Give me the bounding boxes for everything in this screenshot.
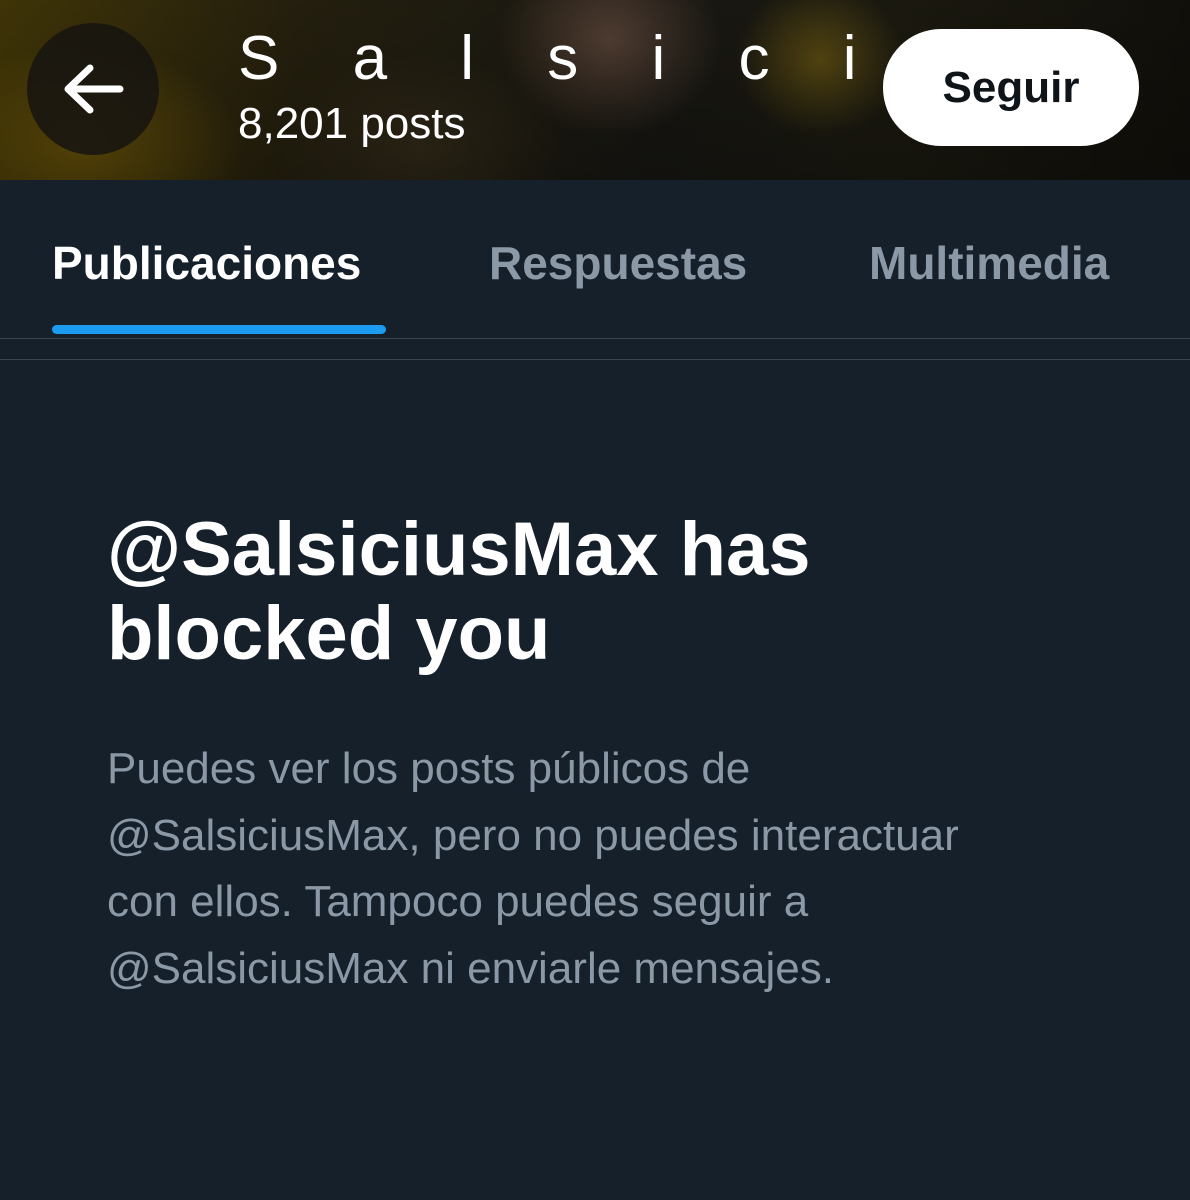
active-tab-indicator bbox=[52, 325, 386, 334]
profile-page: S a l s i c i u… 8,201 posts Seguir Publ… bbox=[0, 0, 1190, 1200]
arrow-left-icon bbox=[64, 64, 124, 114]
tab-respuestas[interactable]: Respuestas bbox=[489, 236, 747, 290]
tab-multimedia[interactable]: Multimedia bbox=[869, 236, 1109, 290]
back-button[interactable] bbox=[27, 23, 159, 155]
blocked-description: Puedes ver los posts públicos de @Salsic… bbox=[107, 744, 959, 993]
blocked-title: @SalsiciusMax has blocked you bbox=[107, 507, 811, 676]
tab-publicaciones[interactable]: Publicaciones bbox=[52, 236, 361, 290]
follow-button[interactable]: Seguir bbox=[883, 29, 1139, 146]
tabs-divider bbox=[0, 338, 1190, 339]
